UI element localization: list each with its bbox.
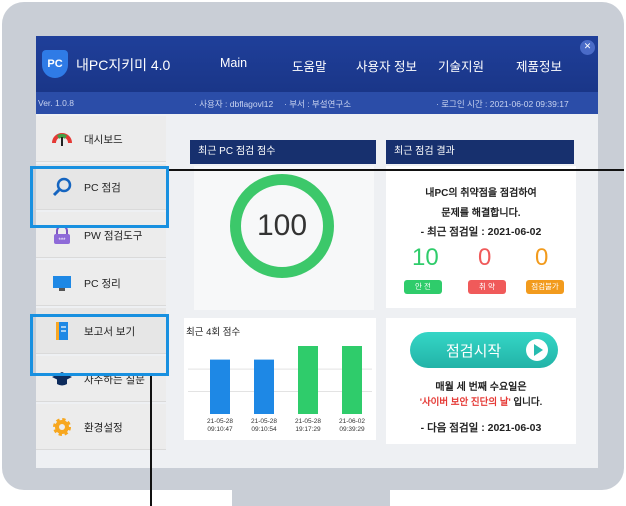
- play-icon: [526, 339, 548, 361]
- fail-badge: 점검불가: [526, 280, 564, 294]
- gauge-icon: [52, 133, 72, 146]
- shield-logo-icon: PC: [42, 50, 68, 78]
- chart-bar: [254, 359, 274, 414]
- dept-text: · 부서 : 부설연구소: [284, 99, 352, 109]
- nav-help[interactable]: 도움말: [292, 56, 327, 75]
- sidebar-item-label: PW 점검도구: [84, 230, 143, 242]
- sidebar-item-dashboard[interactable]: 대시보드: [36, 116, 166, 162]
- svg-text:***: ***: [58, 238, 66, 244]
- version-text: Ver. 1.0.8: [38, 98, 74, 108]
- start-check-button[interactable]: 점검시작: [410, 332, 558, 368]
- x-tick-label: 09:39:29: [339, 426, 365, 433]
- nav-product-info[interactable]: 제품정보: [516, 56, 562, 75]
- sidebar-item-pc-cleanup[interactable]: PC 정리: [36, 260, 166, 306]
- lock-icon: ***: [54, 225, 70, 244]
- app-window: PC 내PC지키미 4.0 Main 도움말 사용자 정보 기술지원 제품정보 …: [36, 36, 598, 468]
- chart-bar: [342, 346, 362, 414]
- notice-rest: 입니다.: [510, 397, 543, 408]
- fail-count: 0: [535, 244, 549, 271]
- nav-tech-support[interactable]: 기술지원: [438, 56, 484, 75]
- nav-main[interactable]: Main: [220, 56, 247, 70]
- notice-line-1: 매월 세 번째 수요일은: [435, 382, 527, 393]
- result-card: 내PC의 취약점을 점검하여 문제를 해결합니다. - 최근 점검일 : 202…: [386, 166, 576, 308]
- device-stand: [232, 490, 390, 506]
- close-icon[interactable]: ✕: [580, 40, 595, 55]
- gear-icon: [53, 418, 71, 436]
- login-time-text: · 로그인 시간 : 2021-06-02 09:39:17: [436, 99, 569, 109]
- last-check-date: - 최근 점검일 : 2021-06-02: [420, 226, 542, 238]
- score-panel-title: 최근 PC 점검 점수: [190, 140, 376, 164]
- sidebar-item-label: 환경설정: [84, 422, 123, 434]
- callout-line-pc-check: [169, 169, 624, 171]
- result-desc-1: 내PC의 취약점을 점검하여: [425, 188, 537, 199]
- x-tick-label: 09:10:47: [207, 426, 233, 433]
- header-bar: PC 내PC지키미 4.0 Main 도움말 사용자 정보 기술지원 제품정보 …: [36, 36, 598, 92]
- sidebar-item-settings[interactable]: 환경설정: [36, 404, 166, 450]
- score-value: 100: [256, 209, 308, 242]
- nav-user-info[interactable]: 사용자 정보: [356, 56, 417, 75]
- x-tick-label: 21-05-28: [207, 418, 233, 425]
- history-title: 최근 4회 점수: [186, 327, 241, 338]
- notice-highlight: '사이버 보안 진단의 날': [419, 397, 511, 408]
- weak-count: 0: [478, 244, 492, 271]
- sidebar-item-label: 대시보드: [84, 134, 123, 146]
- result-panel-title: 최근 점검 결과: [386, 140, 574, 164]
- chart-bar: [298, 346, 318, 414]
- monitor-icon: [53, 276, 71, 291]
- sidebar-item-label: PC 정리: [84, 278, 121, 290]
- highlight-report: [30, 314, 169, 376]
- weak-badge: 취 약: [468, 280, 506, 294]
- history-bar-chart: 21-05-2809:10:4721-05-2809:10:5421-05-28…: [188, 346, 372, 433]
- history-card: 최근 4회 점수 21-05-28 09:10:47 21-05-28 09:10:5…: [184, 318, 376, 440]
- x-tick-label: 21-05-28: [295, 418, 321, 425]
- user-text: · 사용자 : dbflagovl12: [194, 99, 274, 109]
- score-card: 100: [194, 166, 374, 310]
- safe-badge: 안 전: [404, 280, 442, 294]
- info-bar: Ver. 1.0.8 · 사용자 : dbflagovl12 · 부서 : 부설…: [36, 92, 598, 114]
- x-tick-label: 19:17:29: [295, 426, 321, 433]
- result-desc-2: 문제를 해결합니다.: [441, 208, 521, 219]
- safe-count: 10: [412, 244, 439, 271]
- callout-line-report: [150, 376, 152, 506]
- next-check-date: - 다음 점검일 : 2021-06-03: [420, 422, 542, 434]
- x-tick-label: 09:10:54: [251, 426, 277, 433]
- x-tick-label: 21-05-28: [251, 418, 277, 425]
- chart-bar: [210, 359, 230, 414]
- highlight-pc-check: [30, 166, 169, 228]
- start-card: 점검시작 매월 세 번째 수요일은 '사이버 보안 진단의 날' 입니다. - …: [386, 318, 576, 444]
- app-title: 내PC지키미 4.0: [76, 57, 171, 73]
- notice-line-2: '사이버 보안 진단의 날' 입니다.: [386, 394, 576, 408]
- start-button-label: 점검시작: [446, 343, 502, 360]
- x-tick-label: 21-06-02: [339, 418, 365, 425]
